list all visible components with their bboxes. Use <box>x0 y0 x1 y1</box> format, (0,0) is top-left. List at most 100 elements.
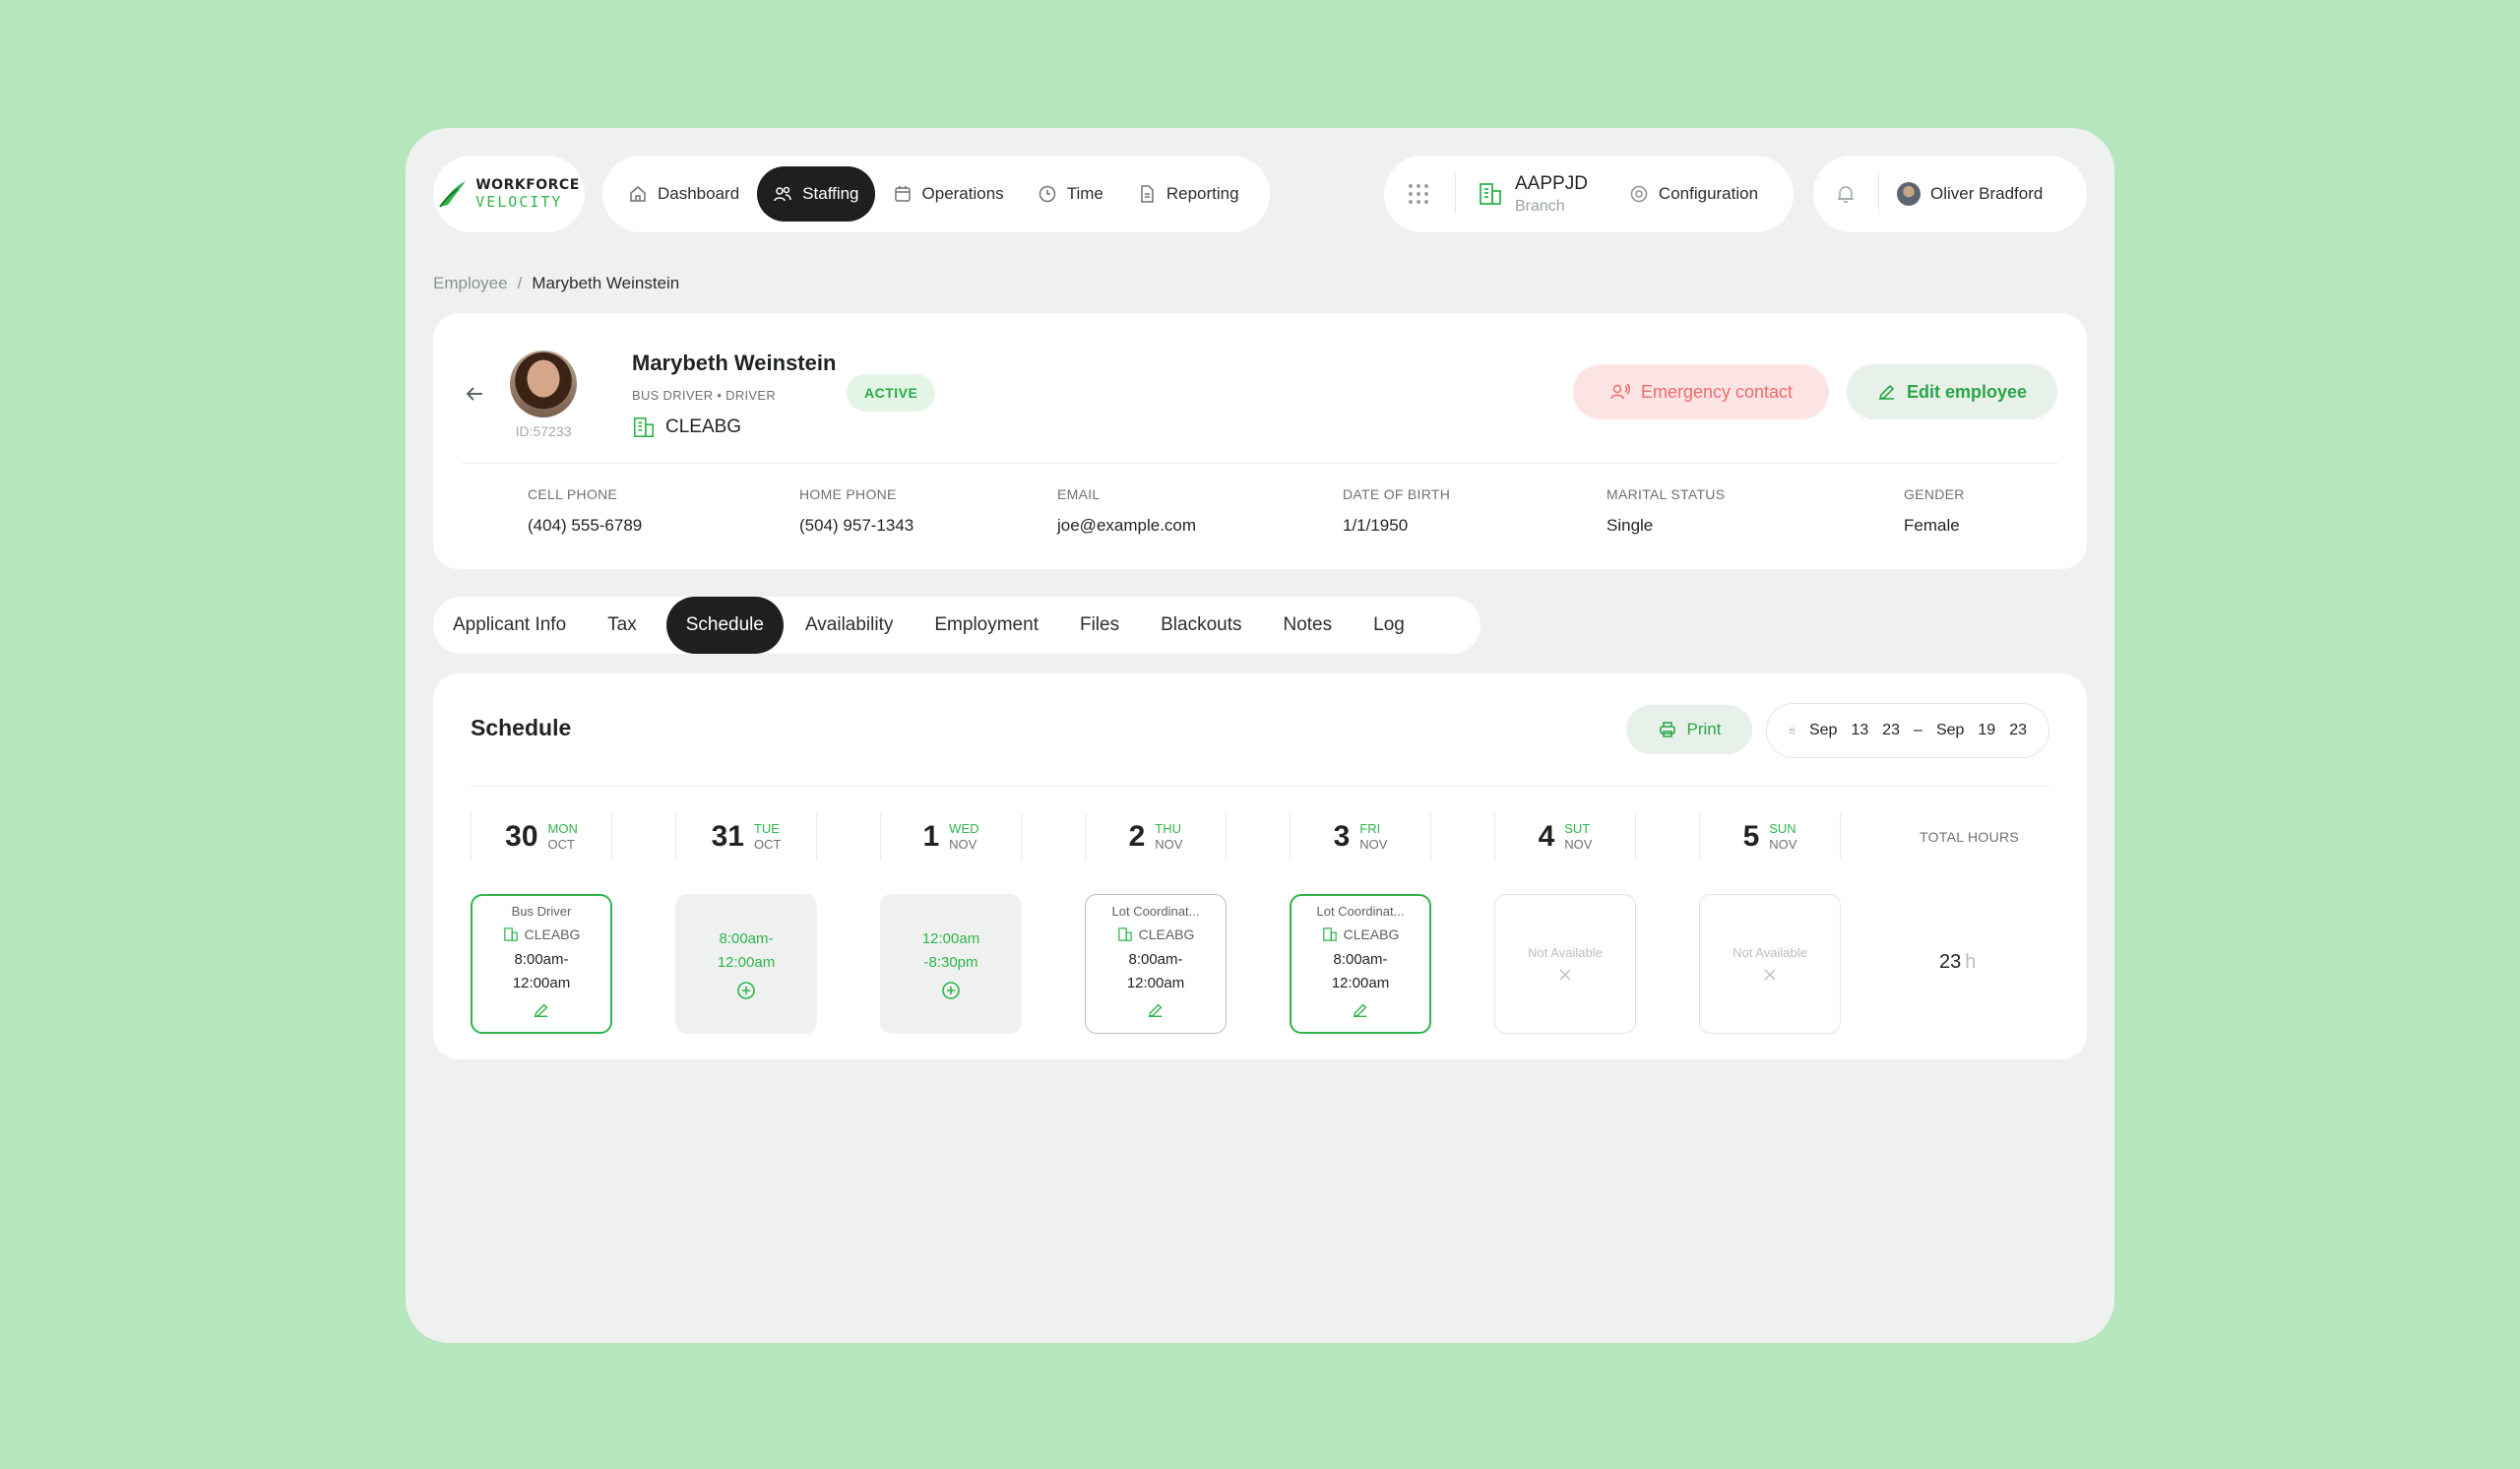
tab-files[interactable]: Files <box>1068 597 1131 654</box>
range-dash: – <box>1914 722 1922 738</box>
tab-employment[interactable]: Employment <box>922 597 1050 654</box>
shift-time: 8:00am- 12:00am <box>1127 948 1184 995</box>
day-of-week: MON <box>547 820 578 836</box>
total-hours-label: TOTAL HOURS <box>1920 829 2020 845</box>
configuration-link[interactable]: Configuration <box>1629 184 1758 204</box>
field-label: EMAIL <box>1057 486 1101 502</box>
branch-switcher[interactable]: AAPPJD Branch <box>1478 173 1588 216</box>
tab-applicant-info[interactable]: Applicant Info <box>441 597 578 654</box>
plus-circle-icon[interactable] <box>941 981 961 1000</box>
pencil-icon <box>1878 384 1895 401</box>
brand-line2: VELOCITY <box>475 193 563 211</box>
shift-cell[interactable]: Bus Driver CLEABG 8:00am- 12:00am <box>471 894 612 1034</box>
shift-cell[interactable]: Lot Coordinat... CLEABG 8:00am- 12:00am <box>1290 894 1431 1034</box>
shift-role: Lot Coordinat... <box>1316 903 1405 919</box>
divider <box>1455 174 1456 214</box>
shift-role: Bus Driver <box>511 903 572 919</box>
tab-availability[interactable]: Availability <box>793 597 905 654</box>
breadcrumb-separator: / <box>517 274 523 292</box>
day-number: 1 <box>922 820 940 853</box>
day-month: NOV <box>949 837 977 852</box>
nav-staffing[interactable]: Staffing <box>757 166 875 222</box>
divider <box>471 786 2049 787</box>
user-name: Oliver Bradford <box>1930 184 2044 203</box>
user-profile-button[interactable]: Oliver Bradford <box>1897 182 2043 206</box>
emergency-contact-button[interactable]: Emergency contact <box>1573 364 1829 419</box>
day-of-week: WED <box>949 820 979 836</box>
day-month: OCT <box>753 837 782 852</box>
brand-logo[interactable]: WORKFORCE VELOCITY <box>433 156 585 232</box>
brand-line1: WORKFORCE <box>475 177 580 193</box>
not-available-label: Not Available <box>1732 944 1807 960</box>
range-start-year: 23 <box>1882 722 1901 738</box>
total-hours-value: 23 <box>1939 951 1962 973</box>
tab-notes[interactable]: Notes <box>1271 597 1344 654</box>
day-number: 31 <box>711 820 744 853</box>
range-end-year: 23 <box>2009 722 2027 738</box>
close-icon <box>1764 968 1776 981</box>
total-hours: 23 h <box>1939 951 1976 974</box>
day-header: 1 WED NOV <box>880 813 1022 861</box>
day-month: OCT <box>547 837 575 852</box>
day-month: NOV <box>1769 837 1797 852</box>
range-start-day: 13 <box>1851 722 1869 738</box>
users-icon <box>774 186 791 202</box>
shift-branch-code: CLEABG <box>1138 926 1195 942</box>
field-gender: GENDER Female <box>1904 486 1965 536</box>
pencil-icon[interactable] <box>1352 1001 1369 1019</box>
nav-dashboard[interactable]: Dashboard <box>612 166 755 222</box>
day-header: 4 SUT NOV <box>1494 813 1636 861</box>
tab-schedule[interactable]: Schedule <box>665 597 784 654</box>
apps-grid-icon[interactable] <box>1408 183 1429 205</box>
nav-label: Staffing <box>802 184 859 203</box>
home-icon <box>630 186 646 202</box>
field-cell-phone: CELL PHONE (404) 555-6789 <box>528 486 642 536</box>
day-of-week: SUT <box>1564 820 1591 836</box>
open-shift-cell[interactable]: 12:00am -8:30pm <box>880 894 1022 1034</box>
pencil-icon[interactable] <box>533 1001 550 1019</box>
field-label: HOME PHONE <box>799 486 897 502</box>
breadcrumb-current: Marybeth Weinstein <box>532 274 680 292</box>
contact-icon <box>1610 383 1630 400</box>
nav-time[interactable]: Time <box>1022 166 1119 222</box>
building-icon <box>1117 926 1132 941</box>
edit-employee-button[interactable]: Edit employee <box>1847 364 2057 419</box>
calendar-icon <box>894 186 911 202</box>
nav-reporting[interactable]: Reporting <box>1121 166 1255 222</box>
field-value: Female <box>1904 516 1960 535</box>
field-value: 1/1/1950 <box>1343 516 1409 535</box>
field-value: Single <box>1606 516 1654 535</box>
plus-circle-icon[interactable] <box>736 981 756 1000</box>
open-shift-end: 12:00am <box>717 954 776 971</box>
field-label: MARITAL STATUS <box>1606 486 1726 502</box>
employee-role: BUS DRIVER • DRIVER <box>632 388 777 403</box>
print-button[interactable]: Print <box>1626 705 1752 754</box>
shift-cell[interactable]: Lot Coordinat... CLEABG 8:00am- 12:00am <box>1085 894 1227 1034</box>
back-arrow-icon[interactable] <box>463 382 486 406</box>
day-of-week: FRI <box>1359 820 1381 836</box>
nav-operations[interactable]: Operations <box>877 166 1020 222</box>
breadcrumb-parent[interactable]: Employee <box>433 274 508 293</box>
building-icon <box>1322 926 1337 941</box>
open-shift-time: 8:00am- 12:00am <box>718 927 775 975</box>
pencil-icon[interactable] <box>1147 1001 1165 1019</box>
branch-selector: AAPPJD Branch Configuration <box>1384 156 1794 232</box>
shift-time-end: 12:00am <box>1126 974 1185 991</box>
tab-blackouts[interactable]: Blackouts <box>1149 597 1253 654</box>
user-menu: Oliver Bradford <box>1813 156 2087 232</box>
document-icon <box>1141 185 1154 203</box>
not-available-label: Not Available <box>1528 944 1603 960</box>
schedule-title: Schedule <box>471 715 572 740</box>
tab-tax[interactable]: Tax <box>596 597 649 654</box>
field-label: GENDER <box>1904 486 1965 502</box>
tab-log[interactable]: Log <box>1361 597 1417 654</box>
date-range-picker[interactable]: Sep 13 23 – Sep 19 23 <box>1766 703 2049 758</box>
shift-branch: CLEABG <box>1117 926 1195 942</box>
day-number: 2 <box>1128 820 1146 853</box>
shift-branch: CLEABG <box>503 926 580 942</box>
bell-icon[interactable] <box>1835 183 1857 205</box>
open-shift-cell[interactable]: 8:00am- 12:00am <box>675 894 817 1034</box>
range-end-day: 19 <box>1978 722 1996 738</box>
day-number: 30 <box>505 820 538 853</box>
shift-branch: CLEABG <box>1322 926 1399 942</box>
